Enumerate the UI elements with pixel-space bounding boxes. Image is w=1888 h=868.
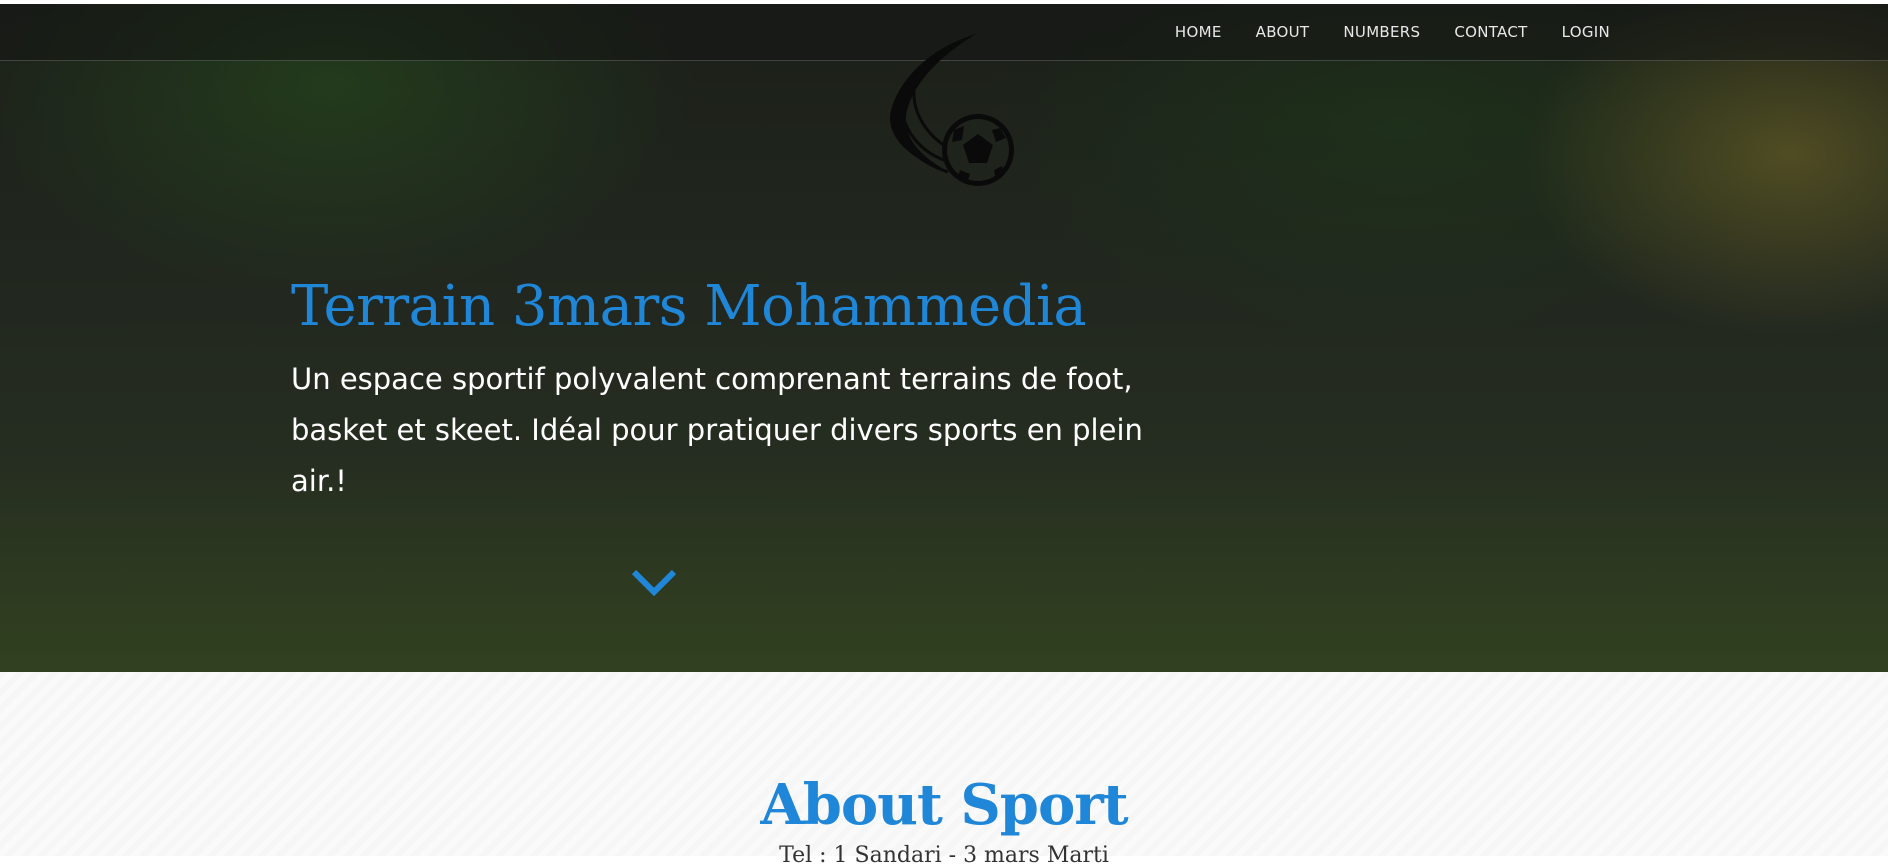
hero-title: Terrain 3mars Mohammedia xyxy=(291,274,1087,339)
hero-section: HOME ABOUT NUMBERS CONTACT LOGIN Terrain… xyxy=(0,4,1888,672)
about-section: About Sport Tel : 1 Sandari - 3 mars Mar… xyxy=(0,672,1888,868)
nav-about-link[interactable]: ABOUT xyxy=(1256,23,1310,41)
nav-contact-link[interactable]: CONTACT xyxy=(1454,23,1527,41)
hero-subtitle: Un espace sportif polyvalent comprenant … xyxy=(291,362,1143,498)
nav-numbers-link[interactable]: NUMBERS xyxy=(1343,23,1420,41)
about-title: About Sport xyxy=(760,772,1128,838)
nav-login-link[interactable]: LOGIN xyxy=(1562,23,1610,41)
nav-home-link[interactable]: HOME xyxy=(1175,23,1222,41)
soccer-ball-logo-icon[interactable] xyxy=(872,30,1022,190)
main-nav: HOME ABOUT NUMBERS CONTACT LOGIN xyxy=(1175,4,1610,60)
chevron-down-icon[interactable] xyxy=(628,564,680,600)
